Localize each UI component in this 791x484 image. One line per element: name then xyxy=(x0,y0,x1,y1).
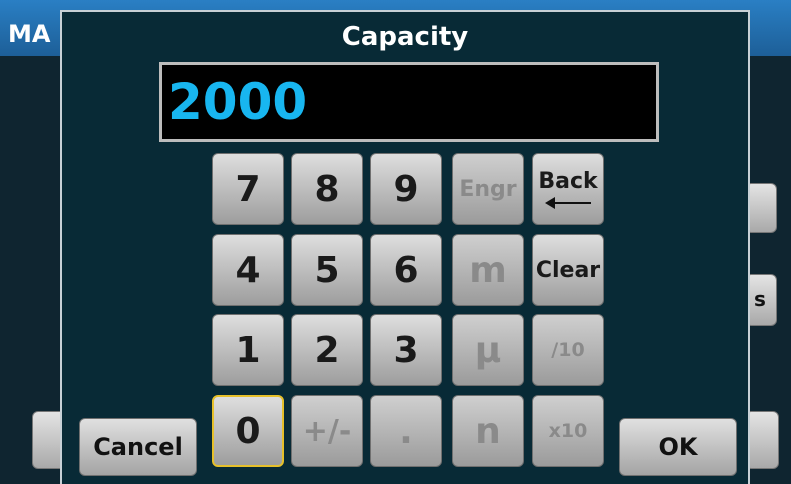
key-9[interactable]: 9 xyxy=(370,153,442,225)
cancel-button[interactable]: Cancel xyxy=(79,418,197,476)
key-micro[interactable]: μ xyxy=(452,314,524,386)
key-5[interactable]: 5 xyxy=(291,234,363,306)
app-title: MA xyxy=(8,20,51,48)
key-times-10[interactable]: x10 xyxy=(532,395,604,467)
key-back[interactable]: Back xyxy=(532,153,604,225)
value-display-text: 2000 xyxy=(168,73,308,131)
key-engr[interactable]: Engr xyxy=(452,153,524,225)
key-1[interactable]: 1 xyxy=(212,314,284,386)
value-display: 2000 xyxy=(159,62,659,142)
capacity-keypad-dialog: Capacity 2000 7 8 9 Engr Back 4 5 6 m Cl… xyxy=(60,10,750,484)
key-2[interactable]: 2 xyxy=(291,314,363,386)
dialog-title: Capacity xyxy=(341,22,469,52)
key-4[interactable]: 4 xyxy=(212,234,284,306)
key-7[interactable]: 7 xyxy=(212,153,284,225)
left-arrow-icon xyxy=(545,196,591,209)
ok-button[interactable]: OK xyxy=(619,418,737,476)
key-nano[interactable]: n xyxy=(452,395,524,467)
key-plus-minus[interactable]: +/- xyxy=(291,395,363,467)
key-divide-10[interactable]: /10 xyxy=(532,314,604,386)
key-back-label: Back xyxy=(538,168,598,194)
key-milli[interactable]: m xyxy=(452,234,524,306)
background-button xyxy=(745,411,779,469)
key-3[interactable]: 3 xyxy=(370,314,442,386)
key-decimal[interactable]: . xyxy=(370,395,442,467)
key-clear[interactable]: Clear xyxy=(532,234,604,306)
key-8[interactable]: 8 xyxy=(291,153,363,225)
key-6[interactable]: 6 xyxy=(370,234,442,306)
key-0[interactable]: 0 xyxy=(212,395,284,467)
background-button-label: s xyxy=(754,287,766,311)
